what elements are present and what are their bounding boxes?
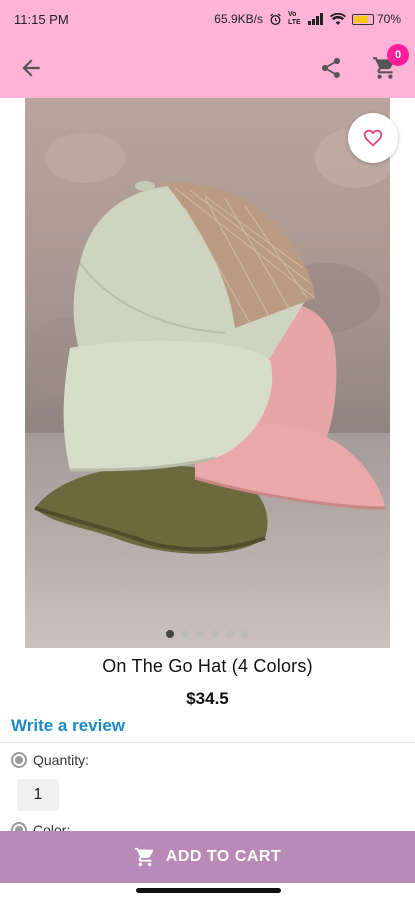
gesture-nav-handle[interactable] [136,888,281,893]
product-image[interactable] [25,98,390,648]
carousel-dot[interactable] [241,630,249,638]
arrow-left-icon [22,59,40,77]
status-bar: 11:15 PM 65.9KB/s Vo LTE 70% [0,0,415,38]
product-title: On The Go Hat (4 Colors) [102,656,313,676]
add-to-cart-label: ADD TO CART [165,848,282,865]
wifi-icon [329,13,346,25]
quantity-label: Quantity: [33,752,90,768]
carousel-dot[interactable] [226,630,234,638]
quantity-input[interactable]: 1 [17,779,59,811]
carousel-dot[interactable] [181,630,189,638]
carousel-dot[interactable] [166,630,174,638]
battery-level: 70% [376,12,401,26]
cart-button[interactable]: 0 [369,44,409,84]
alarm-icon [269,13,282,26]
share-button[interactable] [315,52,347,84]
battery-indicator: 70% [351,12,401,26]
cart-count-badge: 0 [387,44,409,66]
status-indicators: 65.9KB/s Vo LTE 70% [214,11,401,27]
quantity-option: Quantity: [11,752,89,768]
app-bar-actions: 0 [315,44,409,84]
write-review-link[interactable]: Write a review [11,716,125,736]
app-bar: 0 [0,38,415,98]
carousel-dot[interactable] [211,630,219,638]
product-photo [25,98,390,648]
divider [0,742,415,743]
signal-icon [307,13,324,25]
volte-indicator: Vo LTE [287,11,301,26]
product-price: $34.5 [186,689,229,708]
heart-outline-icon [363,129,383,147]
radio-icon [11,752,27,768]
back-button[interactable] [14,51,48,85]
battery-icon [351,13,374,25]
carousel-dot[interactable] [196,630,204,638]
status-time: 11:15 PM [14,11,69,27]
cart-icon [134,847,154,867]
product-detail-screen: 11:15 PM 65.9KB/s Vo LTE 70% 0 On The Go… [0,0,415,900]
network-speed: 65.9KB/s [214,12,263,26]
image-carousel-dots [0,630,415,638]
share-icon [322,58,340,78]
favorite-button[interactable] [348,113,398,163]
add-to-cart-button[interactable]: ADD TO CART [0,831,415,883]
